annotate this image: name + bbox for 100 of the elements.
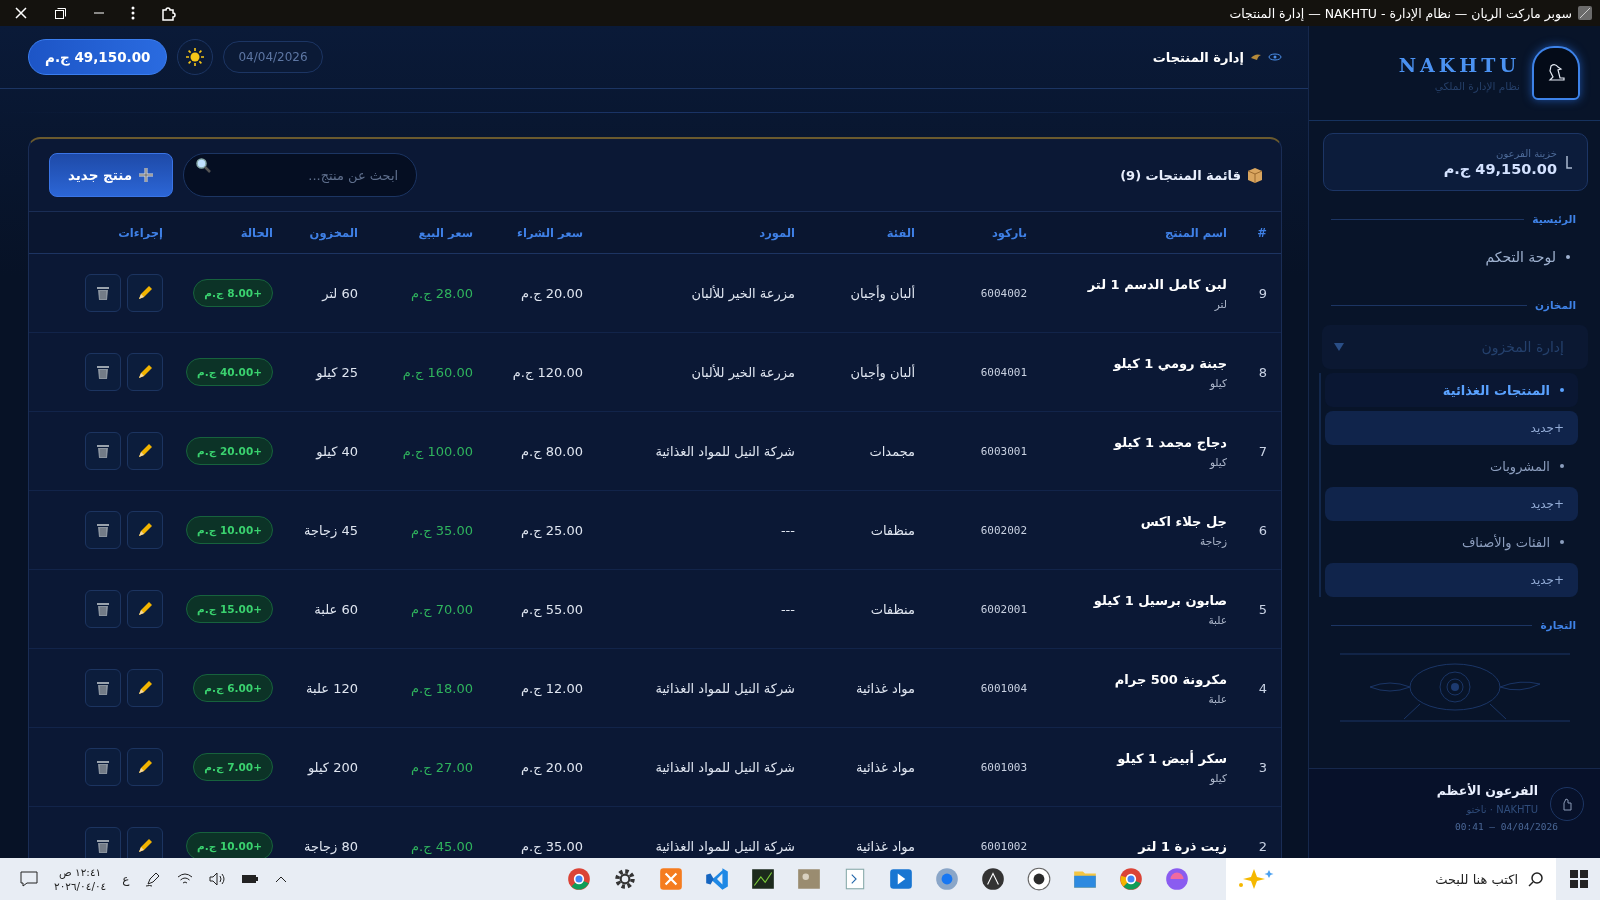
close-icon[interactable] bbox=[14, 6, 28, 20]
price-cell-text: 35.00 ج.م bbox=[410, 522, 473, 538]
product-unit: علبة bbox=[1207, 613, 1227, 626]
margin-badge: +10.00 ج.م bbox=[186, 832, 273, 858]
barcode-cell-text: 6004002 bbox=[979, 286, 1027, 300]
add-item-button[interactable]: +جديد bbox=[1325, 563, 1578, 597]
page-title: إدارة المنتجات bbox=[1152, 49, 1244, 65]
copilot-icon[interactable] bbox=[1164, 866, 1190, 892]
more-icon[interactable] bbox=[131, 6, 135, 20]
chevron-up-icon[interactable] bbox=[275, 875, 288, 883]
play-icon[interactable] bbox=[888, 866, 914, 892]
supplier-cell-text: مزرعة الخير للألبان bbox=[690, 364, 795, 380]
trash-icon bbox=[96, 601, 110, 617]
delete-button[interactable] bbox=[85, 748, 121, 786]
stock-cell-text: 80 زجاجة bbox=[303, 838, 358, 854]
gear-icon[interactable] bbox=[612, 866, 638, 892]
margin-badge: +7.00 ج.م bbox=[193, 753, 273, 781]
delete-button[interactable] bbox=[85, 511, 121, 549]
add-item-button[interactable]: +جديد bbox=[1325, 411, 1578, 445]
sun-icon bbox=[186, 48, 205, 66]
margin-badge: +8.00 ج.م bbox=[193, 279, 273, 307]
user-name: الفرعون الأعظم bbox=[1436, 783, 1538, 798]
delete-button[interactable] bbox=[85, 274, 121, 312]
theme-toggle-button[interactable] bbox=[177, 39, 214, 75]
battery-icon[interactable] bbox=[241, 874, 260, 884]
barcode-cell-text: 6002001 bbox=[979, 602, 1027, 616]
category-cell-text: ألبان وأجبان bbox=[849, 364, 915, 380]
extension-icon[interactable] bbox=[161, 5, 177, 21]
app-icon[interactable] bbox=[1026, 866, 1052, 892]
start-icon[interactable] bbox=[1570, 870, 1588, 888]
search-field[interactable]: ابحث عن منتج... bbox=[183, 153, 418, 197]
edit-button[interactable] bbox=[127, 748, 163, 786]
product-unit: لتر bbox=[1213, 297, 1227, 310]
code-editor-icon[interactable] bbox=[704, 866, 730, 892]
user-role: NAKHTU · ناختو bbox=[1466, 804, 1538, 815]
language-indicator[interactable]: ع bbox=[122, 872, 130, 886]
category-cell-text: منظفات bbox=[869, 522, 915, 538]
restore-icon[interactable] bbox=[54, 6, 67, 20]
trash-icon bbox=[96, 838, 110, 854]
wifi-icon[interactable] bbox=[177, 872, 194, 886]
edit-button[interactable] bbox=[127, 669, 163, 707]
trash-icon bbox=[96, 443, 110, 459]
supplier-cell-text: شركة النيل للمواد الغذائية bbox=[654, 759, 795, 775]
row-number: 2 bbox=[1257, 838, 1267, 854]
supplier-cell-text: شركة النيل للمواد الغذائية bbox=[654, 838, 795, 854]
delete-button[interactable] bbox=[85, 590, 121, 628]
category-cell-text: مواد غذائية bbox=[855, 759, 915, 775]
product-name: زيت ذرة 1 لتر bbox=[1136, 838, 1227, 854]
nav-item[interactable]: الفئات والأصناف bbox=[1325, 525, 1578, 559]
row-number: 6 bbox=[1257, 522, 1267, 538]
app-icon[interactable] bbox=[980, 866, 1006, 892]
barcode-cell-text: 6003001 bbox=[979, 444, 1027, 458]
column-header: إجراءات bbox=[117, 225, 163, 240]
edit-button[interactable] bbox=[127, 590, 163, 628]
margin-badge: +6.00 ج.م bbox=[193, 674, 273, 702]
notification-icon[interactable] bbox=[20, 871, 38, 887]
pencil-icon bbox=[137, 285, 153, 301]
row-number: 3 bbox=[1257, 759, 1267, 775]
picture-icon[interactable] bbox=[750, 866, 776, 892]
stock-cell-text: 120 علبة bbox=[305, 680, 358, 696]
nav-item[interactable]: المنتجات الغذائية bbox=[1325, 373, 1578, 407]
edit-button[interactable] bbox=[127, 432, 163, 470]
delete-button[interactable] bbox=[85, 669, 121, 707]
browser-icon[interactable] bbox=[566, 866, 592, 892]
pencil-icon bbox=[137, 601, 153, 617]
pencil-icon bbox=[137, 759, 153, 775]
taskbar-search-field[interactable]: اكتب هنا للبحث bbox=[1226, 858, 1556, 900]
delete-button[interactable] bbox=[85, 432, 121, 470]
barcode-cell-text: 6001002 bbox=[979, 839, 1027, 853]
trash-icon bbox=[96, 522, 110, 538]
row-number: 7 bbox=[1257, 443, 1267, 459]
nav-item[interactable]: لوحة التحكم bbox=[1309, 237, 1600, 277]
supplier-cell-text: --- bbox=[779, 522, 795, 538]
price-cell-text: 100.00 ج.م bbox=[401, 443, 473, 459]
balance-badge: 49,150.00 ج.م bbox=[28, 39, 168, 75]
price-cell-text: 55.00 ج.م bbox=[520, 601, 583, 617]
edit-button[interactable] bbox=[127, 274, 163, 312]
edit-button[interactable] bbox=[127, 353, 163, 391]
clock[interactable]: ١٢:٤١ ص ٢٠٢٦/٠٤/٠٤ bbox=[54, 866, 107, 892]
margin-badge: +40.00 ج.م bbox=[186, 358, 273, 386]
add-item-button[interactable]: +جديد bbox=[1325, 487, 1578, 521]
browser-icon[interactable] bbox=[1118, 866, 1144, 892]
volume-icon[interactable] bbox=[209, 872, 226, 886]
delete-button[interactable] bbox=[85, 827, 121, 858]
supplier-cell-text: شركة النيل للمواد الغذائية bbox=[654, 680, 795, 696]
column-header: المورد bbox=[758, 225, 795, 240]
column-header: سعر البيع bbox=[417, 225, 473, 240]
price-cell-text: 35.00 ج.م bbox=[520, 838, 583, 854]
nav-item[interactable]: المشروبات bbox=[1325, 449, 1578, 483]
product-name: جبنة رومي 1 كيلو bbox=[1112, 355, 1227, 371]
new-product-button[interactable]: منتج جديد bbox=[49, 153, 174, 197]
pencil-icon bbox=[137, 680, 153, 696]
pen-icon[interactable] bbox=[145, 871, 162, 887]
delete-button[interactable] bbox=[85, 353, 121, 391]
edit-button[interactable] bbox=[127, 511, 163, 549]
supplier-cell-text: شركة النيل للمواد الغذائية bbox=[654, 443, 795, 459]
edit-button[interactable] bbox=[127, 827, 163, 858]
column-header: # bbox=[1256, 225, 1267, 240]
treasury-amount: 49,150.00 ج.م bbox=[1443, 160, 1557, 177]
section-title: المخازن bbox=[1534, 299, 1576, 311]
